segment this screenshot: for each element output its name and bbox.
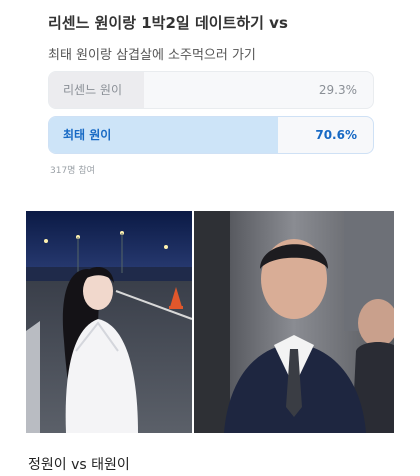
- photo-strip: [26, 211, 394, 433]
- poll-question: 최태 원이랑 삼겹살에 소주먹으러 가기: [48, 48, 256, 63]
- poll-option-2[interactable]: 최태 원이 70.6%: [48, 116, 374, 154]
- poll-option-1-percent: 29.3%: [318, 83, 357, 97]
- suited-man-portrait-photo[interactable]: [194, 211, 394, 433]
- poll-option-1-label: 리센느 원이: [63, 83, 123, 97]
- poll-option-2-label: 최태 원이: [63, 128, 112, 142]
- night-road-portrait-photo[interactable]: [26, 211, 192, 433]
- poll-option-2-percent: 70.6%: [315, 128, 357, 142]
- poll-option-1[interactable]: 리센느 원이 29.3%: [48, 71, 374, 109]
- post-title: 리센느 원이랑 1박2일 데이트하기 vs: [48, 14, 288, 32]
- poll-participant-count: 317명 참여: [50, 166, 95, 176]
- post-caption: 정원이 vs 태원이: [28, 457, 130, 473]
